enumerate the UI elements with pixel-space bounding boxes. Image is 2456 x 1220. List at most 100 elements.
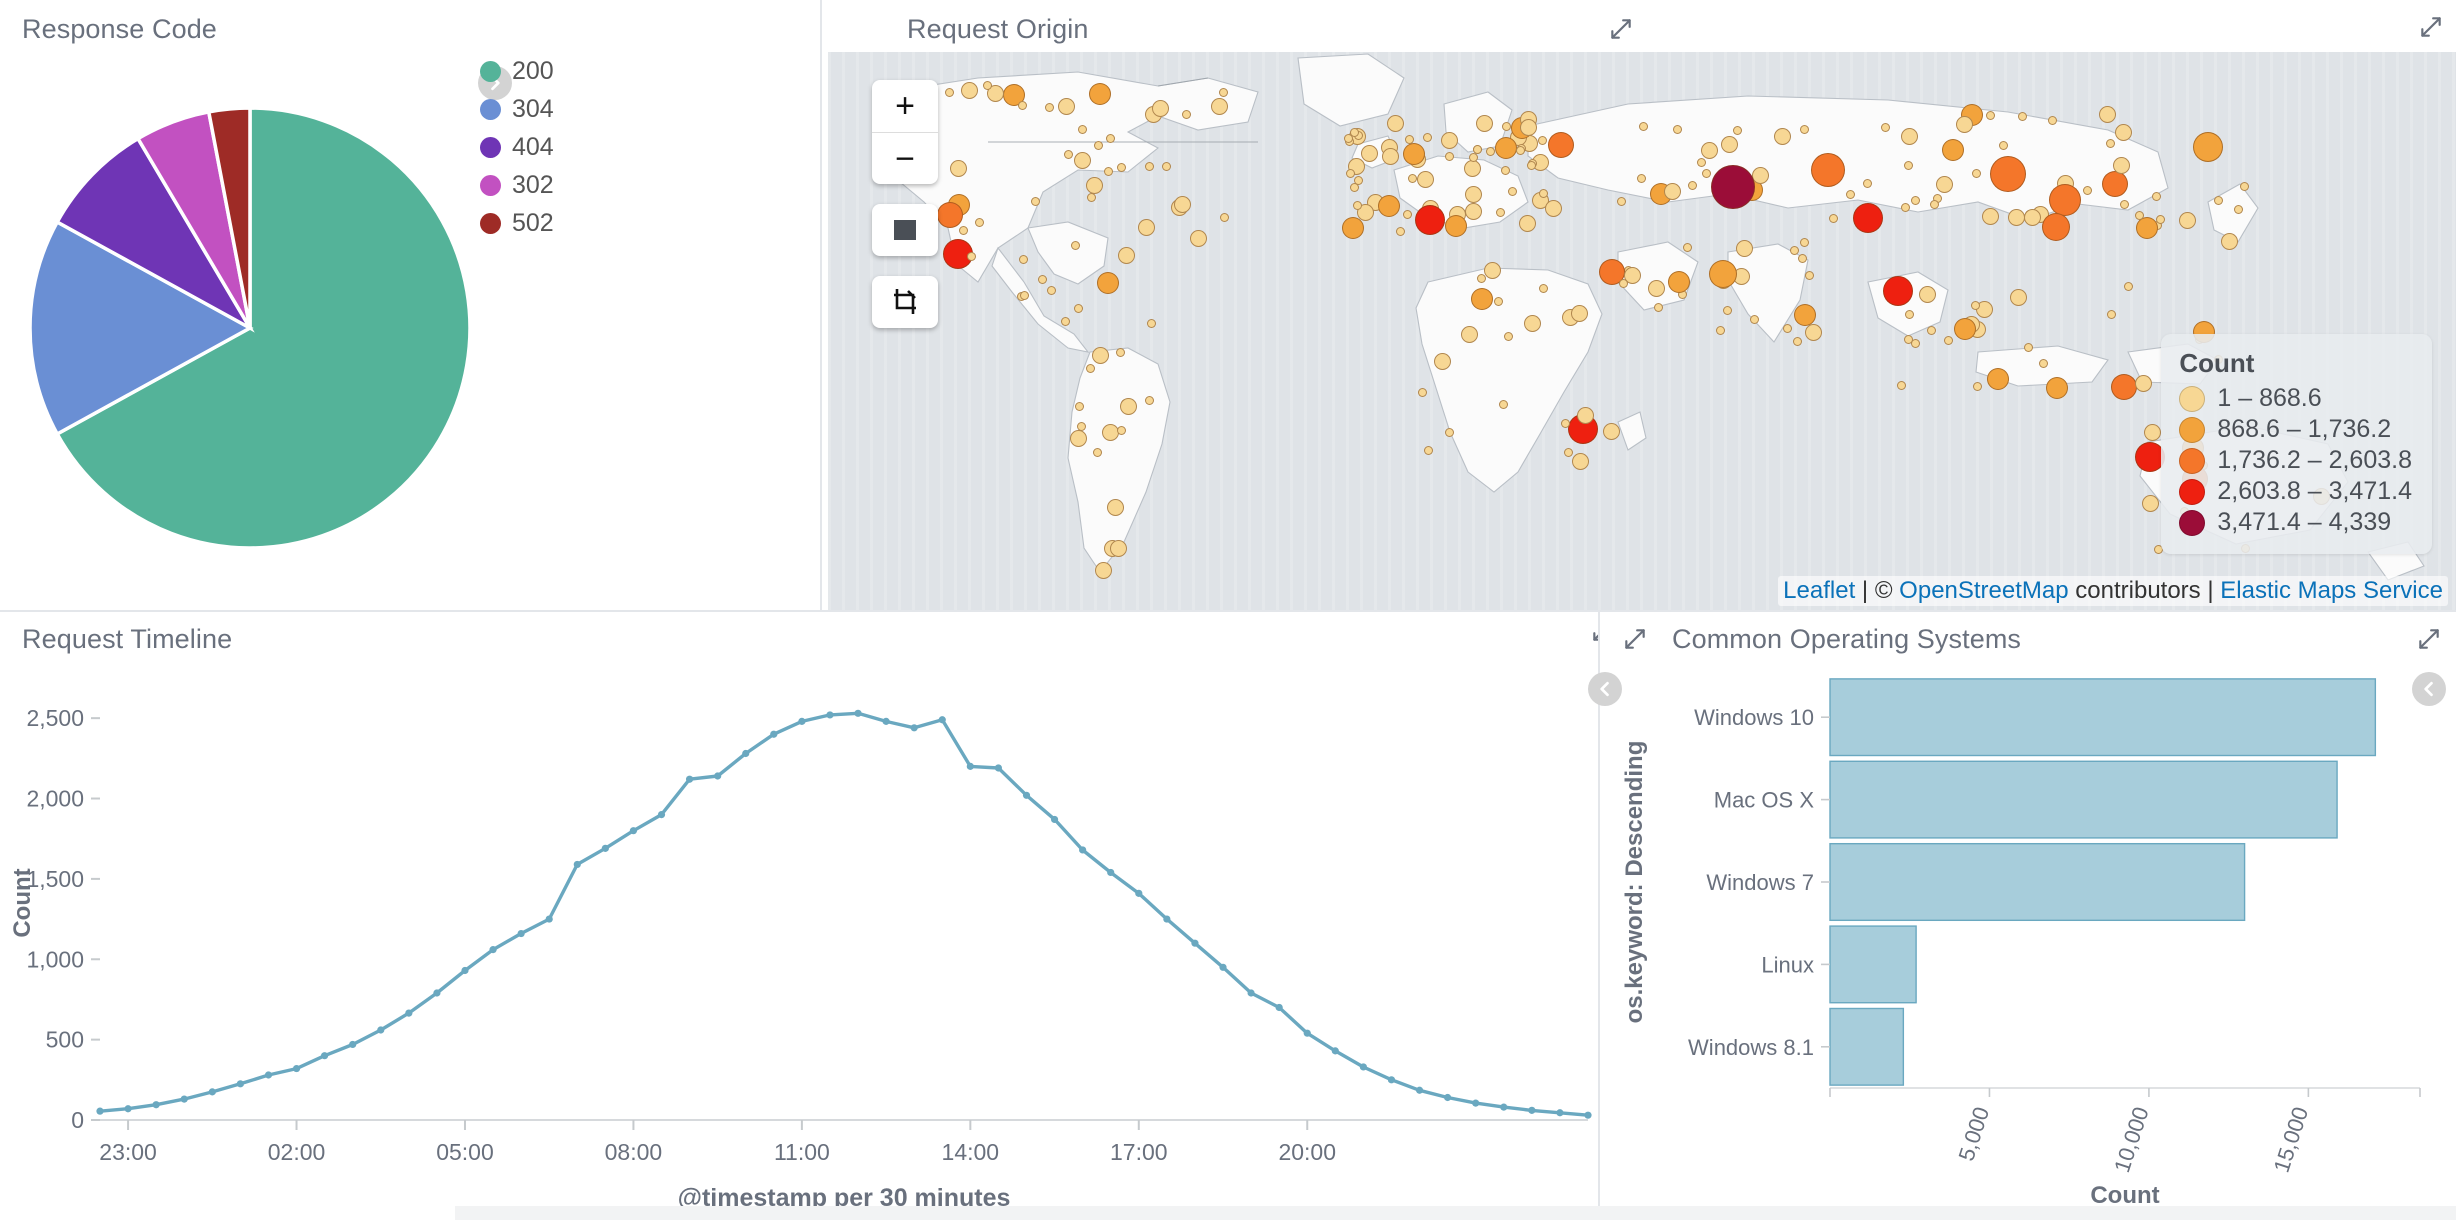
map-marker[interactable] [2046, 377, 2068, 399]
map-marker[interactable] [1790, 246, 1799, 255]
map-marker[interactable] [1138, 219, 1155, 236]
map-marker[interactable] [1418, 388, 1427, 397]
timeline-data-point[interactable] [1219, 964, 1226, 971]
timeline-data-point[interactable] [911, 724, 918, 731]
expand-icon-request-origin-left[interactable] [1608, 16, 1634, 42]
map-marker[interactable] [1971, 301, 1980, 310]
timeline-data-point[interactable] [1556, 1109, 1563, 1116]
timeline-data-point[interactable] [1051, 816, 1058, 823]
timeline-data-point[interactable] [209, 1088, 216, 1095]
map-marker[interactable] [2106, 139, 2115, 148]
timeline-data-point[interactable] [265, 1071, 272, 1078]
map-marker[interactable] [950, 160, 967, 177]
map-marker[interactable] [1145, 396, 1154, 405]
timeline-data-point[interactable] [1191, 940, 1198, 947]
map-marker[interactable] [2024, 209, 2041, 226]
map-marker-large[interactable] [2049, 184, 2081, 216]
timeline-data-point[interactable] [1332, 1047, 1339, 1054]
map-marker[interactable] [2024, 343, 2033, 352]
map-marker[interactable] [1089, 83, 1111, 105]
map-marker[interactable] [1619, 279, 1628, 288]
timeline-data-point[interactable] [181, 1096, 188, 1103]
timeline-data-point[interactable] [686, 776, 693, 783]
map-marker[interactable] [2008, 209, 2025, 226]
timeline-data-point[interactable] [1584, 1112, 1591, 1119]
map-marker[interactable] [1361, 145, 1378, 162]
timeline-data-point[interactable] [489, 946, 496, 953]
map-marker[interactable] [1846, 190, 1855, 199]
timeline-data-point[interactable] [939, 716, 946, 723]
map-marker[interactable] [1927, 326, 1936, 335]
map-marker[interactable] [2018, 112, 2027, 121]
map-marker[interactable] [1999, 141, 2008, 150]
map-marker[interactable] [961, 82, 978, 99]
timeline-data-point[interactable] [770, 731, 777, 738]
map-marker[interactable] [1078, 125, 1087, 134]
map-marker[interactable] [1648, 280, 1665, 297]
timeline-data-point[interactable] [798, 718, 805, 725]
map-marker[interactable] [1396, 227, 1405, 236]
map-marker[interactable] [1118, 247, 1135, 264]
map-marker[interactable] [1495, 137, 1517, 159]
map-marker[interactable] [1064, 150, 1073, 159]
map-marker-large[interactable] [1709, 260, 1737, 288]
timeline-data-point[interactable] [1416, 1087, 1423, 1094]
map-marker[interactable] [1110, 540, 1127, 557]
expand-icon-request-origin-right[interactable] [2418, 14, 2444, 40]
timeline-data-point[interactable] [630, 827, 637, 834]
map-marker[interactable] [1664, 183, 1681, 200]
os-legend-toggle-left[interactable] [1588, 672, 1622, 706]
timeline-data-point[interactable] [1360, 1063, 1367, 1070]
map-marker[interactable] [1484, 262, 1501, 279]
map-marker[interactable] [1637, 174, 1646, 183]
timeline-data-point[interactable] [826, 711, 833, 718]
map-marker-large[interactable] [2193, 132, 2223, 162]
map-marker[interactable] [1092, 347, 1109, 364]
map-marker[interactable] [975, 218, 984, 227]
timeline-data-point[interactable] [967, 763, 974, 770]
timeline-data-point[interactable] [1528, 1107, 1535, 1114]
timeline-data-point[interactable] [461, 967, 468, 974]
map-marker[interactable] [1019, 255, 1028, 264]
legend-item-502[interactable]: 502 [480, 210, 554, 236]
map-marker[interactable] [1793, 337, 1802, 346]
map-marker[interactable] [2099, 106, 2116, 123]
map-marker[interactable] [2124, 282, 2133, 291]
timeline-data-point[interactable] [602, 845, 609, 852]
map-marker[interactable] [1031, 197, 1040, 206]
timeline-data-point[interactable] [1079, 846, 1086, 853]
map-marker[interactable] [1538, 136, 1547, 145]
map-marker[interactable] [1403, 143, 1425, 165]
map-marker[interactable] [1853, 203, 1883, 233]
map-marker[interactable] [1956, 116, 1973, 133]
map-marker[interactable] [1097, 272, 1119, 294]
map-marker[interactable] [1733, 126, 1742, 135]
timeline-data-point[interactable] [293, 1065, 300, 1072]
map-marker[interactable] [1117, 426, 1126, 435]
map-marker-large[interactable] [1711, 165, 1755, 209]
expand-icon-operating-systems-right[interactable] [2416, 626, 2442, 652]
os-legend-toggle-right[interactable] [2412, 672, 2446, 706]
map-marker[interactable] [1473, 145, 1482, 154]
map-marker[interactable] [1603, 423, 1620, 440]
map-marker[interactable] [1162, 162, 1171, 171]
leaflet-link[interactable]: Leaflet [1783, 577, 1855, 604]
map-marker[interactable] [937, 202, 963, 228]
map-marker[interactable] [1445, 428, 1454, 437]
map-marker[interactable] [1018, 101, 1027, 110]
timeline-data-point[interactable] [349, 1041, 356, 1048]
map-marker[interactable] [1520, 119, 1537, 136]
timeline-data-point[interactable] [1472, 1100, 1479, 1107]
map-marker[interactable] [1353, 201, 1362, 210]
map-marker[interactable] [2115, 124, 2132, 141]
map-marker[interactable] [1501, 166, 1510, 175]
timeline-data-point[interactable] [1107, 869, 1114, 876]
map-marker[interactable] [1936, 176, 1953, 193]
map-marker[interactable] [2135, 211, 2144, 220]
map-marker[interactable] [1486, 147, 1495, 156]
timeline-data-point[interactable] [883, 718, 890, 725]
timeline-data-point[interactable] [742, 750, 749, 757]
os-bar-mac-os-x[interactable] [1830, 761, 2337, 838]
openstreetmap-link[interactable]: OpenStreetMap [1899, 577, 2068, 604]
map-marker[interactable] [1639, 122, 1648, 131]
